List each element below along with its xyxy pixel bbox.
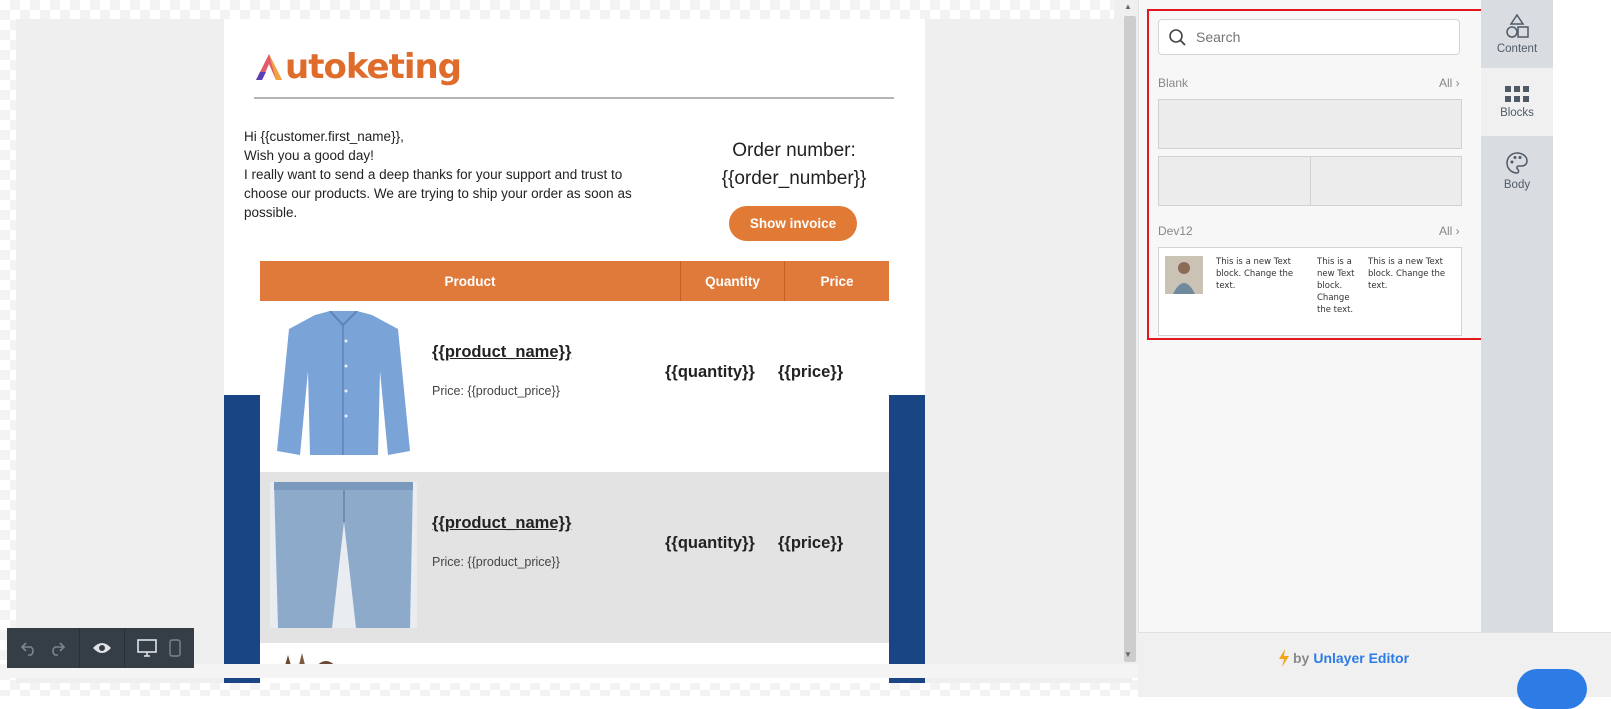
redo-icon[interactable]	[43, 633, 71, 663]
product-name[interactable]: {{product_name}}	[432, 343, 571, 362]
unlayer-editor-link[interactable]: Unlayer Editor	[1313, 650, 1409, 666]
shapes-icon	[1506, 13, 1529, 38]
greeting-line: Wish you a good day!	[244, 148, 374, 163]
palette-icon	[1506, 152, 1528, 174]
undo-icon[interactable]	[15, 633, 43, 663]
product-quantity: {{quantity}}	[665, 534, 755, 552]
canvas-body: utoketing Hi {{customer.first_name}}, Wi…	[16, 19, 1132, 683]
editor-canvas: utoketing Hi {{customer.first_name}}, Wi…	[0, 0, 1170, 696]
tab-body[interactable]: Body	[1481, 137, 1553, 205]
jeans-image	[270, 482, 417, 628]
mobile-icon[interactable]	[161, 633, 189, 663]
header-product: Product	[260, 261, 680, 301]
order-number-value: {{order_number}}	[721, 168, 867, 189]
powered-by[interactable]: by Unlayer Editor	[1278, 649, 1409, 667]
logo-a-icon	[256, 54, 282, 80]
chat-bubble-button[interactable]	[1517, 669, 1587, 709]
product-total: {{price}}	[778, 534, 844, 552]
logo-text: utoketing	[285, 47, 462, 87]
preview-group	[80, 628, 125, 668]
product-name[interactable]: {{product_name}}	[432, 514, 571, 533]
preview-icon[interactable]	[88, 633, 116, 663]
scrollbar-thumb[interactable]	[1124, 16, 1136, 662]
greeting-line: I really want to send a deep thanks for …	[244, 167, 632, 220]
header-price: Price	[784, 261, 889, 301]
email-preview[interactable]: utoketing Hi {{customer.first_name}}, Wi…	[224, 19, 925, 683]
blue-side-panel-left	[224, 395, 260, 683]
product-table-header: Product Quantity Price	[260, 261, 889, 301]
table-row[interactable]: {{product_name}} Price: {{product_price}…	[260, 301, 889, 472]
tab-content[interactable]: Content	[1481, 0, 1553, 68]
product-price: Price: {{product_price}}	[432, 555, 560, 569]
table-row[interactable]: {{product_name}} Price: {{product_price}…	[260, 472, 889, 643]
header-divider	[254, 97, 894, 99]
show-invoice-button[interactable]: Show invoice	[729, 206, 857, 241]
editor-toolbar	[7, 628, 194, 668]
product-quantity: {{quantity}}	[665, 363, 755, 381]
product-total: {{price}}	[778, 363, 844, 381]
tab-label: Blocks	[1500, 107, 1534, 119]
autoketing-logo: utoketing	[254, 45, 462, 89]
header-quantity: Quantity	[680, 261, 784, 301]
shirt-image	[270, 311, 417, 457]
tab-label: Body	[1503, 179, 1531, 191]
scroll-down-icon[interactable]: ▼	[1124, 650, 1132, 659]
tab-label: Content	[1496, 43, 1538, 55]
order-number-block[interactable]: Order number: {{order_number}}	[694, 137, 894, 193]
product-price: Price: {{product_price}}	[432, 384, 560, 398]
scroll-up-icon[interactable]: ▲	[1124, 2, 1132, 11]
blue-side-panel-right	[889, 395, 925, 683]
device-group	[125, 628, 197, 668]
order-number-label: Order number:	[732, 140, 856, 161]
grid-icon	[1505, 86, 1529, 102]
side-tabs: Content Blocks Body	[1481, 0, 1553, 632]
greeting-text[interactable]: Hi {{customer.first_name}}, Wish you a g…	[244, 127, 664, 222]
lightning-icon	[1279, 649, 1289, 667]
desktop-icon[interactable]	[133, 633, 161, 663]
greeting-line: Hi {{customer.first_name}},	[244, 129, 404, 144]
tab-blocks[interactable]: Blocks	[1481, 68, 1553, 136]
powered-by-label: by	[1293, 650, 1310, 666]
history-group	[7, 628, 80, 668]
